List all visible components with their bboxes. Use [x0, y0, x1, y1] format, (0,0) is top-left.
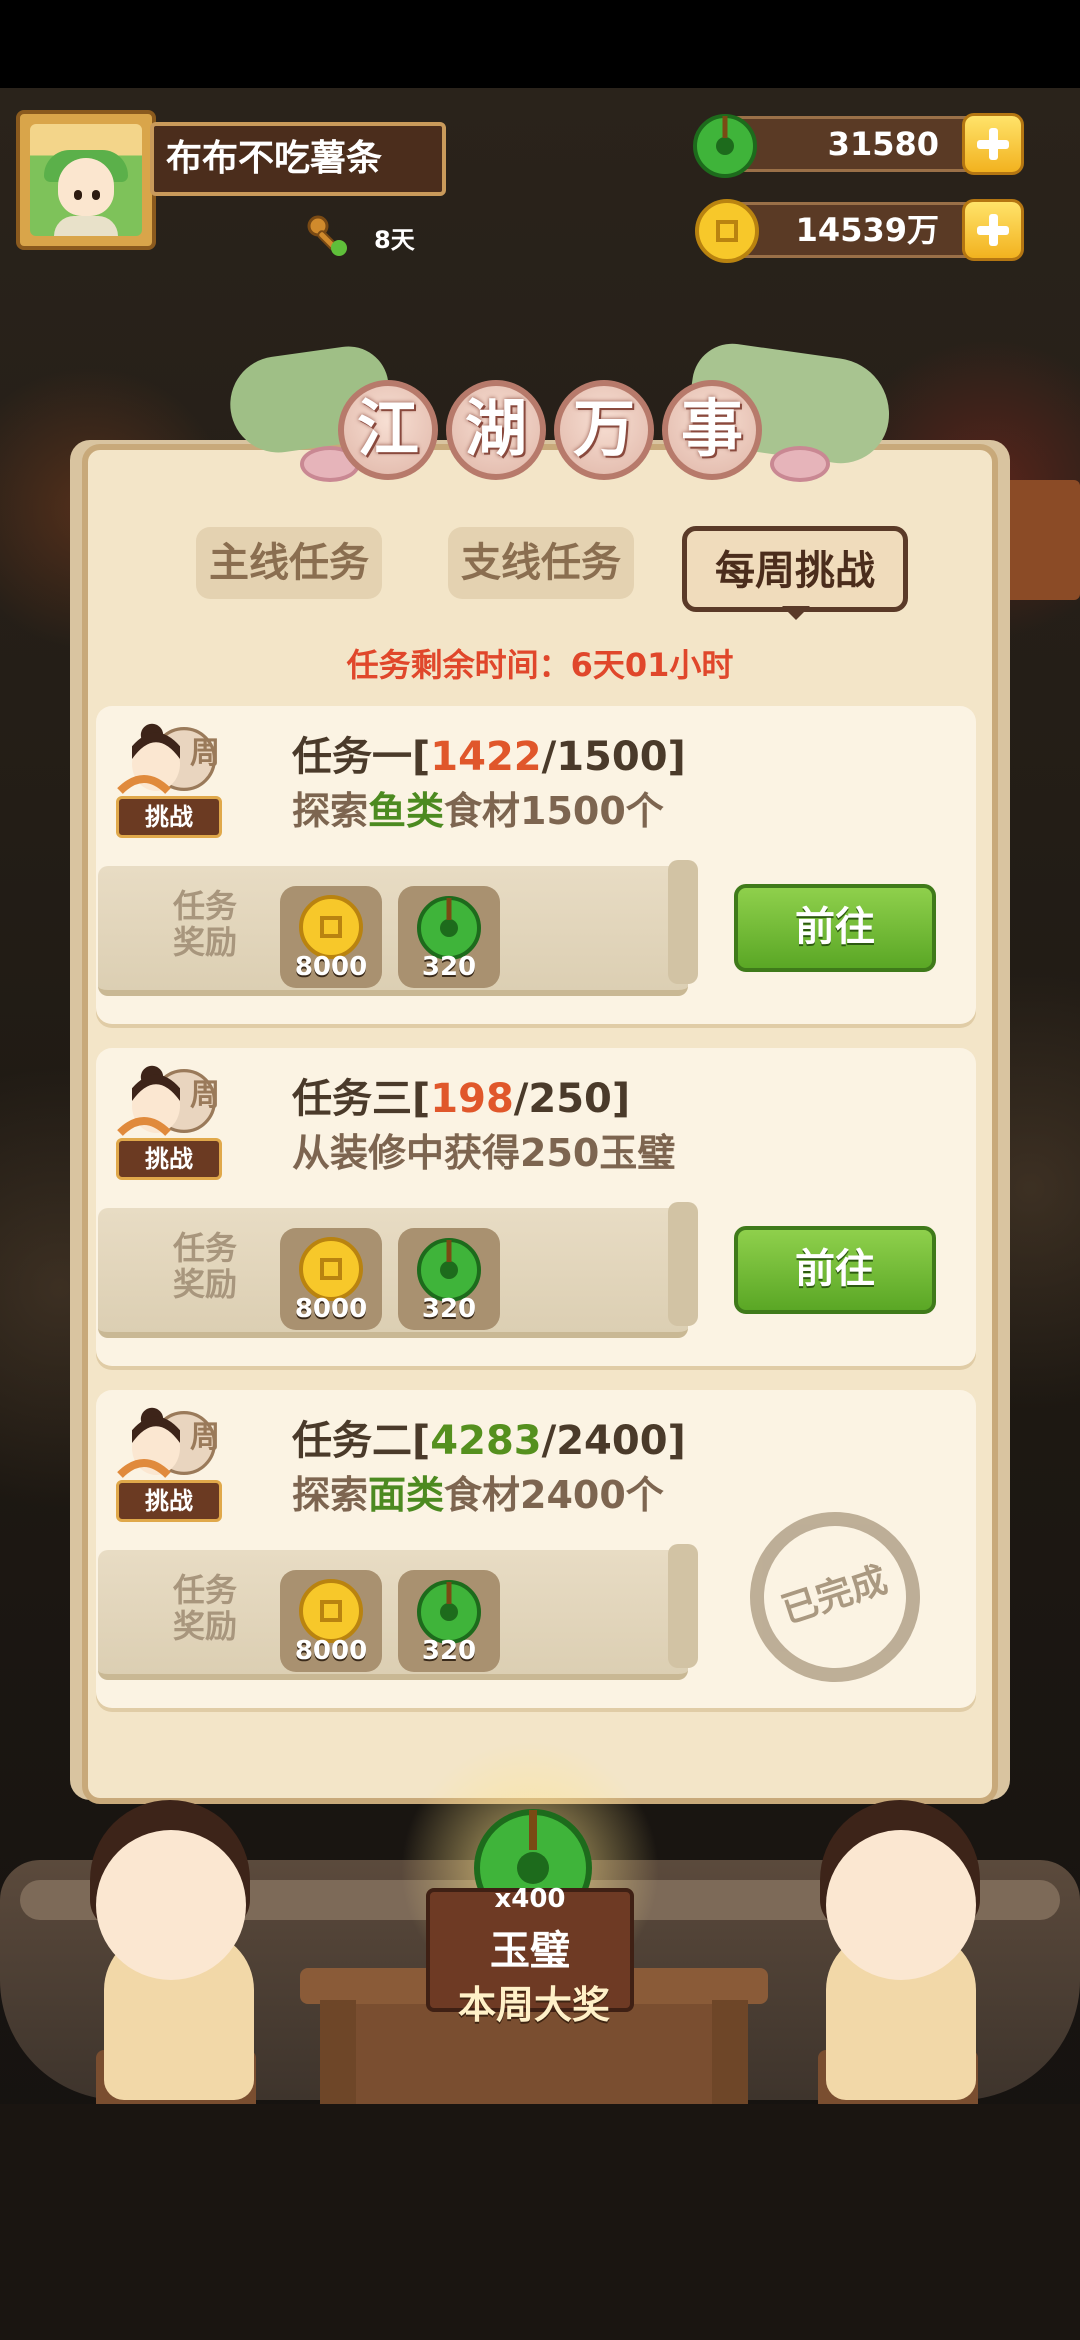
player-avatar[interactable] — [30, 124, 142, 236]
task-description: 探索鱼类食材1500个 — [292, 789, 664, 833]
add-jade-button[interactable] — [962, 113, 1024, 175]
tab-weekly-challenge[interactable]: 每周挑战 — [682, 526, 908, 612]
challenge-badge: 挑战 — [116, 796, 222, 838]
task-progress: 4283 — [430, 1418, 542, 1464]
grand-prize-caption: 本周大奖 — [457, 1983, 610, 2027]
task-target: 1500 — [556, 734, 668, 780]
reward-amount: 320 — [421, 1294, 477, 1324]
waitress-right-face — [826, 1830, 976, 1980]
remaining-time: 任务剩余时间：6天01小时 — [346, 646, 734, 684]
reward-amount: 320 — [421, 1636, 477, 1666]
player-name: 布布不吃薯条 — [150, 122, 446, 196]
task-title: 任务一[1422/1500] — [292, 734, 686, 780]
task-target: 2400 — [556, 1418, 668, 1464]
radish-decoration — [770, 446, 830, 482]
login-days: 8天 — [374, 226, 415, 254]
panel-title-char: 事 — [662, 380, 762, 480]
task-progress: 1422 — [430, 734, 542, 780]
reward-amount: 320 — [421, 952, 477, 982]
reward-amount: 8000 — [294, 1636, 368, 1666]
panel-title-char: 江 — [338, 380, 438, 480]
go-button[interactable]: 前往 — [734, 1226, 936, 1314]
jade-icon — [693, 114, 757, 178]
week-seal: 周 — [190, 736, 220, 771]
task-name: 任务一 — [292, 734, 412, 780]
scroll-roll — [668, 1544, 698, 1668]
reward-label: 任务奖励 — [172, 887, 237, 961]
task-name: 任务三 — [292, 1076, 412, 1122]
reward-label: 任务奖励 — [172, 1571, 237, 1645]
task-progress: 198 — [430, 1076, 514, 1122]
go-button[interactable]: 前往 — [734, 884, 936, 972]
week-seal: 周 — [190, 1078, 220, 1113]
grand-prize-name: 玉璧 — [490, 1928, 570, 1974]
week-seal: 周 — [190, 1420, 220, 1455]
bottom-area — [0, 2104, 1080, 2340]
reward-amount: 8000 — [294, 1294, 368, 1324]
panel-title-char: 湖 — [446, 380, 546, 480]
reward-amount: 8000 — [294, 952, 368, 982]
waitress-left-face — [96, 1830, 246, 1980]
task-description: 从装修中获得250玉璧 — [292, 1131, 676, 1175]
active-tab-pointer — [782, 606, 810, 620]
reward-label: 任务奖励 — [172, 1229, 237, 1303]
scroll-roll — [668, 860, 698, 984]
tab-side-tasks[interactable]: 支线任务 — [448, 527, 634, 599]
task-target: 250 — [528, 1076, 612, 1122]
status-bar — [0, 0, 1080, 88]
challenge-badge: 挑战 — [116, 1480, 222, 1522]
coin-icon — [695, 199, 759, 263]
add-coins-button[interactable] — [962, 199, 1024, 261]
panel-title-char: 万 — [554, 380, 654, 480]
task-description: 探索面类食材2400个 — [292, 1473, 664, 1517]
task-name: 任务二 — [292, 1418, 412, 1464]
challenge-badge: 挑战 — [116, 1138, 222, 1180]
grand-prize-count: x400 — [494, 1884, 566, 1914]
task-title: 任务二[4283/2400] — [292, 1418, 686, 1464]
tab-main-tasks[interactable]: 主线任务 — [196, 527, 382, 599]
key-icon — [307, 215, 347, 256]
task-title: 任务三[198/250] — [292, 1076, 631, 1122]
scroll-roll — [668, 1202, 698, 1326]
